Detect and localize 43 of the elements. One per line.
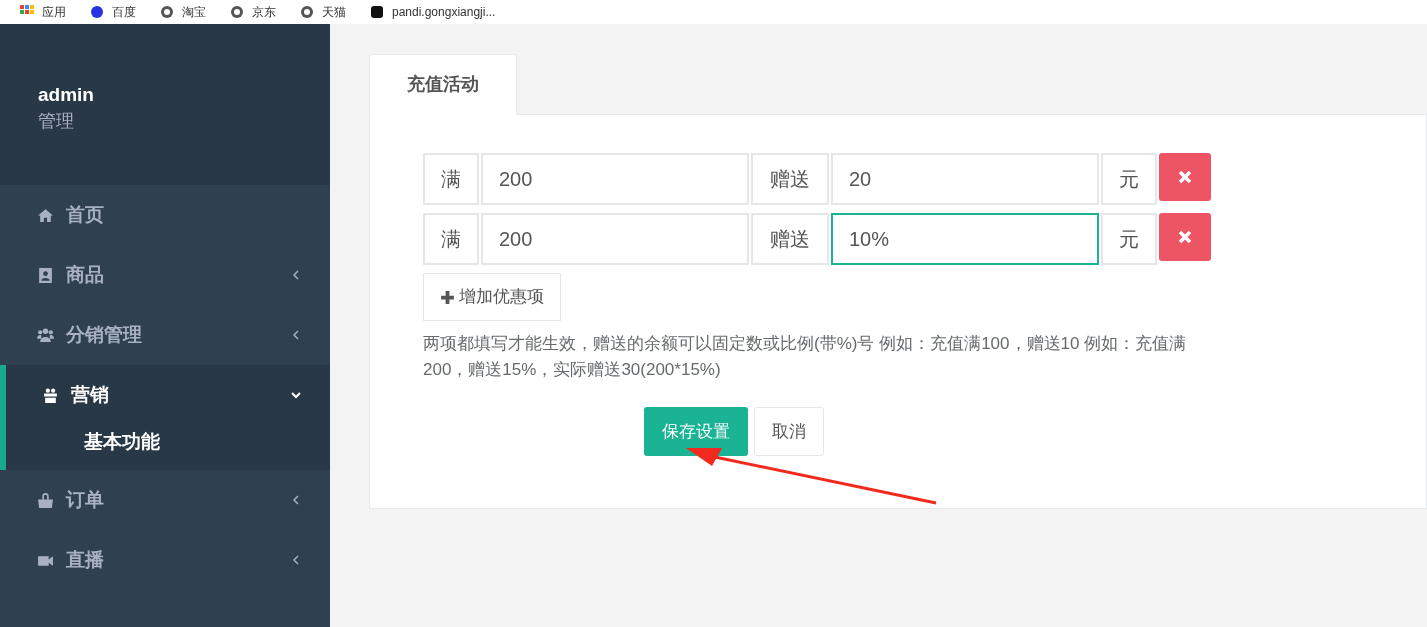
submenu-item[interactable]: 基本功能 — [6, 425, 330, 470]
threshold-input[interactable]: 200 — [481, 213, 749, 265]
menu-item[interactable]: 订单 — [0, 470, 330, 530]
threshold-input[interactable]: 200 — [481, 153, 749, 205]
user-role: 管理 — [38, 110, 75, 133]
user-name: admin — [38, 83, 95, 107]
addon-label: 满 — [423, 213, 479, 265]
plus-icon — [440, 289, 455, 305]
bookmark-link[interactable]: pandi.gongxiangji... — [392, 6, 496, 18]
bag-icon — [37, 491, 54, 509]
addon-label: 元 — [1101, 213, 1157, 265]
delete-button[interactable] — [1159, 153, 1211, 201]
close-icon — [1178, 230, 1192, 244]
amount-input[interactable]: 20 — [831, 153, 1099, 205]
contact-card-icon — [37, 266, 54, 284]
help-text: 两项都填写才能生效，赠送的余额可以固定数或比例(带%)号 例如：充值满100，赠送10 例如：充值满200，赠送15%，实际赠送30(200*15%) — [423, 333, 1188, 381]
bookmark-link[interactable]: 淘宝 — [182, 6, 206, 18]
bookmark-link[interactable]: 天猫 — [322, 6, 346, 18]
amount-input[interactable]: 10% — [831, 213, 1099, 265]
menu-item[interactable]: 首页 — [0, 185, 330, 245]
bookmark-link[interactable]: 京东 — [252, 6, 276, 18]
addon-label: 满 — [423, 153, 479, 205]
bookmark-link[interactable]: 百度 — [112, 6, 136, 18]
addon-label: 元 — [1101, 153, 1157, 205]
globe-icon — [300, 5, 314, 19]
menu-item[interactable]: 分销管理 — [0, 305, 330, 365]
bookmark-link[interactable]: 应用 — [42, 6, 66, 18]
globe-icon — [230, 5, 244, 19]
globe-icon — [160, 5, 174, 19]
delete-button[interactable] — [1159, 213, 1211, 261]
add-item-button[interactable]: 增加优惠项 — [423, 273, 561, 321]
tab[interactable]: 充值活动 — [369, 54, 517, 115]
home-icon — [37, 206, 54, 224]
gift-icon — [42, 386, 59, 404]
menu-item[interactable]: 直播 — [0, 530, 330, 590]
menu-item[interactable]: 商品 — [0, 245, 330, 305]
menu-item[interactable]: 营销 — [6, 365, 330, 425]
cancel-button[interactable]: 取消 — [754, 407, 824, 456]
close-icon — [1178, 170, 1192, 184]
addon-label: 赠送 — [751, 213, 829, 265]
users-icon — [37, 326, 54, 344]
page-icon — [370, 5, 384, 19]
addon-label: 赠送 — [751, 153, 829, 205]
